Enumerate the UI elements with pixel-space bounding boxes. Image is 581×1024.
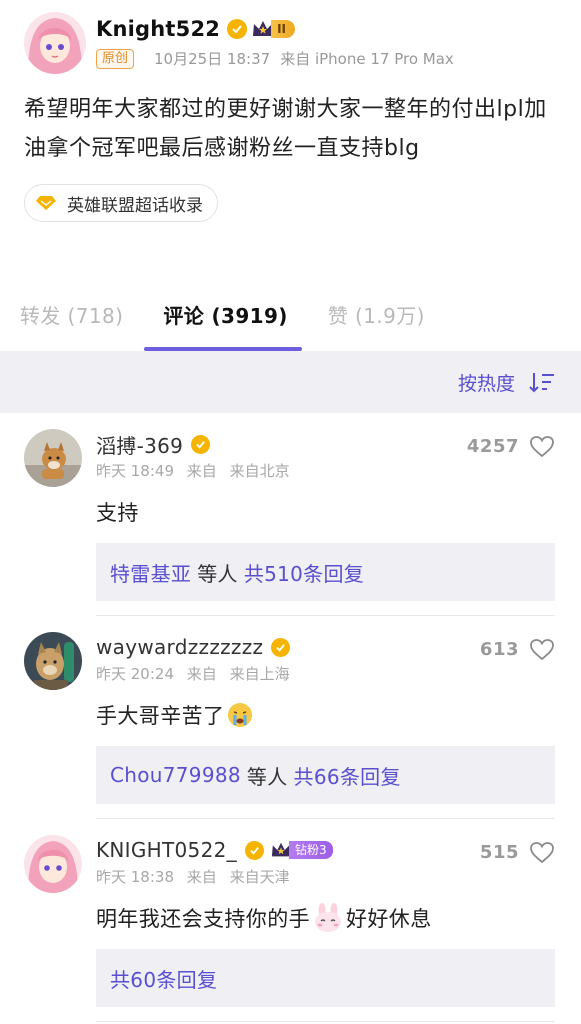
comment-list: 滔搏-369 昨天 18:49 来自 来自北京 支持 4257 特雷基亚 等人 — [0, 413, 581, 1022]
member-level-badge[interactable]: II — [251, 18, 296, 40]
comment-text: 手大哥辛苦了 — [96, 699, 555, 731]
reply-summary[interactable]: 共60条回复 — [96, 949, 555, 1007]
reply-mid-text: 等人 — [197, 561, 238, 586]
comment-source: 来自 — [186, 868, 217, 886]
comment-item: 滔搏-369 昨天 18:49 来自 来自北京 支持 4257 特雷基亚 等人 — [0, 413, 581, 616]
tab-reposts[interactable]: 转发 (718) — [20, 300, 123, 329]
comment-text: 支持 — [96, 501, 139, 525]
like-count: 613 — [479, 639, 519, 660]
tab-comments[interactable]: 评论 (3919) — [163, 300, 288, 329]
author-name[interactable]: Knight522 — [96, 17, 220, 41]
post-content: 希望明年大家都过的更好谢谢大家一整年的付出lpl加油拿个冠军吧最后感谢粉丝一直支… — [24, 97, 547, 161]
reply-count[interactable]: 共66条回复 — [294, 761, 401, 790]
comment-location: 来自天津 — [229, 868, 290, 886]
comment-text: 明年我还会支持你的手 好好休息 — [96, 902, 555, 934]
comment-text-content: 手大哥辛苦了 — [96, 704, 225, 728]
active-tab-indicator — [144, 347, 302, 351]
comment-item: KNIGHT0522_ 钻粉3 昨天 18:38 来自 来自天津 明年我还会支持… — [0, 819, 581, 1022]
like-count: 515 — [479, 842, 519, 863]
comment-item: waywardzzzzzzz 昨天 20:24 来自 来自上海 手大哥辛苦了 6… — [0, 616, 581, 819]
comment-time: 昨天 18:38 — [96, 868, 174, 886]
commenter-avatar[interactable] — [24, 632, 82, 690]
like-count: 4257 — [466, 436, 519, 457]
weibo-post-page: Knight522 II 原创 10月25日 18:37 来自 iPhone 1… — [0, 0, 581, 1024]
topic-label: 英雄联盟超话收录 — [67, 195, 203, 216]
verified-icon — [191, 434, 211, 454]
reply-summary[interactable]: Chou779988 等人 共66条回复 — [96, 746, 555, 804]
sort-bar: 按热度 — [0, 351, 581, 413]
verified-icon — [271, 637, 291, 657]
fan-level-badge[interactable]: 钻粉3 — [270, 840, 333, 860]
tab-likes[interactable]: 赞 (1.9万) — [328, 300, 425, 329]
reply-users[interactable]: Chou779988 — [110, 763, 241, 787]
level-text: II — [271, 20, 296, 38]
heart-icon — [530, 436, 554, 458]
post-source: 来自 iPhone 17 Pro Max — [280, 50, 454, 68]
reply-mid-text: 等人 — [246, 764, 288, 789]
heart-icon — [530, 639, 554, 661]
bunny-emoji-icon — [312, 902, 344, 934]
topic-pill[interactable]: 英雄联盟超话收录 — [24, 184, 218, 222]
commenter-name[interactable]: 滔搏-369 — [96, 430, 183, 459]
post-header: Knight522 II 原创 10月25日 18:37 来自 iPhone 1… — [24, 12, 557, 74]
post-date: 10月25日 18:37 — [154, 50, 271, 68]
original-tag: 原创 — [96, 48, 135, 69]
like-button[interactable]: 613 — [480, 638, 555, 661]
sort-icon[interactable] — [529, 371, 555, 393]
commenter-avatar[interactable] — [24, 429, 82, 487]
diamond-icon — [36, 196, 56, 210]
reply-count[interactable]: 共60条回复 — [110, 964, 217, 993]
divider — [96, 1021, 555, 1022]
verified-icon — [227, 19, 248, 39]
comment-source: 来自 — [186, 462, 217, 480]
like-button[interactable]: 515 — [480, 841, 555, 864]
reply-users[interactable]: 特雷基亚 — [110, 558, 191, 587]
commenter-name[interactable]: KNIGHT0522_ — [96, 838, 237, 862]
comment-time: 昨天 18:49 — [96, 462, 174, 480]
verified-icon — [244, 840, 264, 860]
heart-icon — [530, 842, 554, 864]
commenter-avatar[interactable] — [24, 835, 82, 893]
comment-text-part-b: 好好休息 — [346, 907, 432, 931]
reply-count[interactable]: 共510条回复 — [244, 558, 364, 587]
comment-source: 来自 — [186, 665, 217, 683]
reply-summary[interactable]: 特雷基亚 等人 共510条回复 — [96, 543, 555, 601]
comment-location: 来自北京 — [229, 462, 290, 480]
comment-text-part-a: 明年我还会支持你的手 — [96, 907, 310, 931]
commenter-name[interactable]: waywardzzzzzzz — [96, 635, 263, 659]
sort-button[interactable]: 按热度 — [458, 369, 515, 396]
fan-level-text: 钻粉3 — [288, 841, 333, 859]
tab-bar: 转发 (718) 评论 (3919) 赞 (1.9万) — [0, 277, 581, 351]
crying-emoji-icon — [226, 701, 254, 729]
comment-time: 昨天 20:24 — [96, 665, 174, 683]
comment-location: 来自上海 — [229, 665, 290, 683]
like-button[interactable]: 4257 — [467, 435, 555, 458]
author-avatar[interactable] — [24, 12, 86, 74]
post-card: Knight522 II 原创 10月25日 18:37 来自 iPhone 1… — [0, 0, 581, 277]
